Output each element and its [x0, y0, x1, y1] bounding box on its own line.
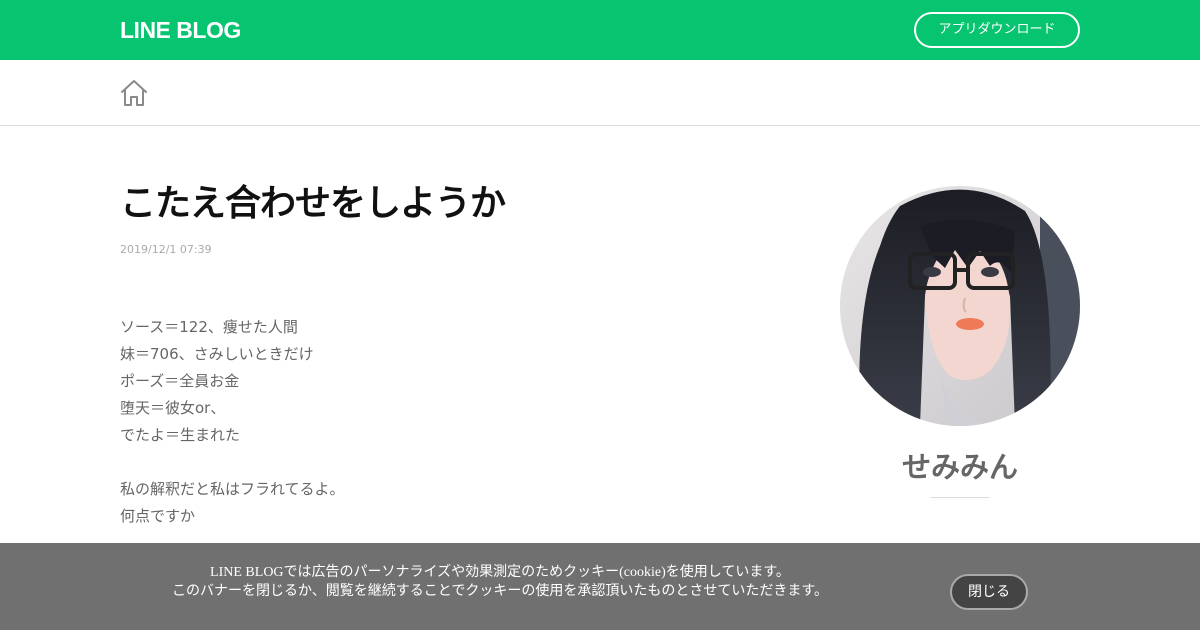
post-body-line: 私の解釈だと私はフラれてるよ。: [120, 480, 345, 498]
sub-navigation: [0, 60, 1200, 126]
post-body-line: 何点ですか: [120, 507, 196, 525]
cookie-notice-line: LINE BLOGでは広告のパーソナライズや効果測定のためクッキー(cookie…: [210, 565, 790, 580]
post-body: ソース＝122、痩せた人間 妹＝706、さみしいときだけ ポーズ＝全員お金 堕天…: [120, 314, 740, 530]
post-body-line: [120, 449, 740, 476]
post-body-line: でたよ＝生まれた: [120, 426, 241, 444]
cookie-close-button[interactable]: 閉じる: [950, 574, 1028, 610]
post-body-line: ソース＝122、痩せた人間: [120, 318, 298, 336]
author-name[interactable]: せみみん: [840, 448, 1080, 486]
line-blog-logo[interactable]: LINE BLOG: [120, 17, 241, 43]
post-date: 2019/12/1 07:39: [120, 243, 212, 256]
author-divider: [930, 497, 990, 498]
cookie-banner: LINE BLOGでは広告のパーソナライズや効果測定のためクッキー(cookie…: [0, 543, 1200, 630]
post-title: こたえ合わせをしようか: [120, 183, 506, 224]
home-icon[interactable]: [118, 77, 150, 109]
post-body-line: 妹＝706、さみしいときだけ: [120, 345, 314, 363]
cookie-notice-text: LINE BLOGでは広告のパーソナライズや効果測定のためクッキー(cookie…: [120, 563, 880, 601]
author-avatar[interactable]: [840, 186, 1080, 426]
top-header: LINE BLOG アプリダウンロード: [0, 0, 1200, 60]
cookie-notice-line: このバナーを閉じるか、閲覧を継続することでクッキーの使用を承認頂いたものとさせて…: [172, 584, 828, 599]
post-body-line: 堕天＝彼女or、: [120, 399, 226, 417]
post-body-line: ポーズ＝全員お金: [120, 372, 240, 390]
app-download-button[interactable]: アプリダウンロード: [914, 12, 1080, 48]
